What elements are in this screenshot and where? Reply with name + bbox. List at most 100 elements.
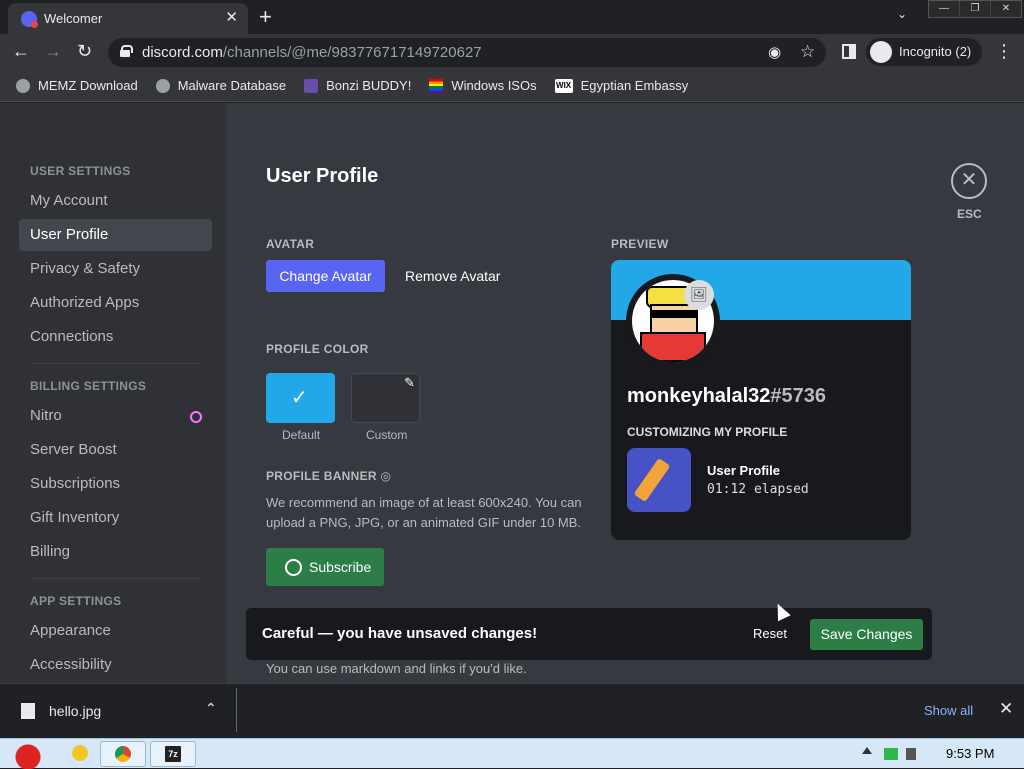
- taskbar-app-7zip[interactable]: 7z: [150, 741, 196, 767]
- banner-description: We recommend an image of at least 600x24…: [266, 495, 582, 530]
- discord-favicon-icon: [21, 11, 38, 28]
- nitro-icon: [190, 411, 202, 423]
- bookmark-item[interactable]: Malware Database: [155, 78, 287, 93]
- incognito-profile-button[interactable]: Incognito (2): [866, 38, 982, 66]
- profile-banner-header: PROFILE BANNER ◎: [266, 469, 392, 483]
- tab-search-chevron-icon[interactable]: ⌄: [897, 7, 907, 21]
- bookmark-label: Egyptian Embassy: [580, 78, 689, 93]
- minimize-icon[interactable]: —: [929, 1, 960, 17]
- sidebar-item-connections[interactable]: Connections: [19, 321, 212, 353]
- sidebar-item-gift-inventory[interactable]: Gift Inventory: [19, 502, 212, 534]
- subscribe-button[interactable]: Subscribe: [266, 548, 384, 586]
- tray-expand-icon[interactable]: [862, 747, 872, 754]
- avatar-header: AVATAR: [266, 237, 315, 251]
- eyedropper-icon: ✎: [404, 375, 415, 390]
- upload-image-icon[interactable]: 🖼: [684, 280, 714, 310]
- window-close-icon[interactable]: ✕: [991, 1, 1021, 17]
- restore-icon[interactable]: ❐: [960, 1, 991, 17]
- shelf-divider: [236, 688, 237, 732]
- unsaved-message: Careful — you have unsaved changes!: [262, 625, 538, 642]
- show-all-link[interactable]: Show all: [924, 703, 973, 718]
- user-settings-header: USER SETTINGS: [30, 164, 131, 178]
- file-icon: [21, 703, 35, 719]
- profile-preview-card: 🖼 monkeyhalal32#5736 CUSTOMIZING MY PROF…: [611, 260, 911, 540]
- 7zip-icon: 7z: [165, 746, 181, 762]
- bookmark-label: MEMZ Download: [38, 78, 138, 93]
- sidebar-item-accessibility[interactable]: Accessibility: [19, 649, 212, 681]
- browser-menu-icon[interactable]: ⋮: [995, 41, 1013, 62]
- bookmark-label: Bonzi BUDDY!: [326, 78, 412, 93]
- download-chevron-icon[interactable]: ⌃: [205, 700, 217, 717]
- volume-icon[interactable]: [906, 748, 916, 760]
- incognito-label: Incognito (2): [899, 44, 972, 59]
- settings-sidebar: USER SETTINGS My Account User Profile Pr…: [0, 103, 226, 683]
- globe-icon: [16, 78, 30, 93]
- bonzi-icon: [304, 78, 319, 93]
- page-title: User Profile: [266, 165, 379, 187]
- close-settings-icon[interactable]: ✕: [951, 163, 987, 199]
- download-file-name[interactable]: hello.jpg: [49, 703, 101, 719]
- taskbar-app-chrome[interactable]: [100, 741, 146, 767]
- forward-arrow-icon[interactable]: →: [44, 41, 62, 62]
- taskbar: 7z 9:53 PM: [0, 738, 1024, 769]
- rainbow-flag-icon: [429, 78, 444, 93]
- bookmark-item[interactable]: Bonzi BUDDY!: [304, 78, 411, 93]
- bookmark-label: Windows ISOs: [451, 78, 537, 93]
- sidebar-item-server-boost[interactable]: Server Boost: [19, 434, 212, 466]
- profile-color-header: PROFILE COLOR: [266, 342, 369, 356]
- sidebar-item-billing[interactable]: Billing: [19, 536, 212, 568]
- custom-color-swatch[interactable]: ✎: [351, 373, 420, 423]
- sidebar-item-authorized-apps[interactable]: Authorized Apps: [19, 287, 212, 319]
- default-color-swatch[interactable]: [266, 373, 335, 423]
- taskbar-app[interactable]: [58, 741, 104, 767]
- reload-icon[interactable]: ↻: [77, 41, 92, 62]
- chrome-icon: [115, 746, 131, 762]
- app-settings-header: APP SETTINGS: [30, 594, 122, 608]
- activity-title: User Profile: [707, 463, 780, 478]
- markdown-hint: You can use markdown and links if you'd …: [266, 661, 527, 676]
- browser-titlebar: Welcomer ✕ + ⌄ — ❐ ✕: [0, 0, 1024, 34]
- remove-avatar-button[interactable]: Remove Avatar: [405, 268, 500, 284]
- bookmark-label: Malware Database: [177, 78, 287, 93]
- folder-icon: [72, 745, 88, 761]
- bookmark-item[interactable]: MEMZ Download: [16, 78, 138, 93]
- sidebar-divider: [30, 363, 200, 364]
- reset-button[interactable]: Reset: [753, 626, 787, 641]
- bookmark-item[interactable]: Windows ISOs: [429, 78, 537, 93]
- sidebar-item-appearance[interactable]: Appearance: [19, 615, 212, 647]
- browser-toolbar: ← → ↻ discord.com/channels/@me/983776717…: [0, 34, 1024, 70]
- bookmarks-bar: MEMZ Download Malware Database Bonzi BUD…: [0, 70, 1024, 102]
- start-button-angry-bird-icon[interactable]: [4, 739, 52, 769]
- incognito-icon: [870, 41, 892, 63]
- sidebar-item-nitro[interactable]: Nitro: [19, 400, 212, 432]
- bookmark-star-icon[interactable]: ☆: [800, 42, 815, 62]
- browser-tab[interactable]: Welcomer ✕: [8, 3, 248, 34]
- clock[interactable]: 9:53 PM: [946, 746, 994, 761]
- subscribe-label: Subscribe: [309, 559, 372, 575]
- nitro-icon: [285, 559, 302, 576]
- download-shelf: hello.jpg ⌃ Show all ✕: [0, 683, 1024, 738]
- change-avatar-button[interactable]: Change Avatar: [266, 260, 385, 292]
- tab-close-icon[interactable]: ✕: [225, 8, 238, 26]
- bookmark-item[interactable]: WIX Egyptian Embassy: [554, 78, 689, 93]
- lock-icon[interactable]: [120, 45, 133, 57]
- sidebar-item-user-profile[interactable]: User Profile: [19, 219, 212, 251]
- billing-settings-header: BILLING SETTINGS: [30, 379, 147, 393]
- tracking-blocked-eye-icon[interactable]: ◉: [768, 43, 781, 61]
- back-arrow-icon[interactable]: ←: [12, 41, 30, 62]
- new-tab-button[interactable]: +: [259, 4, 272, 30]
- activity-elapsed: 01:12 elapsed: [707, 482, 809, 497]
- username: monkeyhalal32#5736: [627, 385, 827, 407]
- sidebar-item-my-account[interactable]: My Account: [19, 185, 212, 217]
- shelf-close-icon[interactable]: ✕: [999, 699, 1013, 719]
- sidebar-item-privacy-safety[interactable]: Privacy & Safety: [19, 253, 212, 285]
- battery-icon[interactable]: [884, 748, 898, 760]
- tab-title: Welcomer: [44, 11, 103, 26]
- address-bar[interactable]: discord.com/channels/@me/983776717149720…: [108, 38, 826, 67]
- side-panel-icon[interactable]: [842, 44, 856, 59]
- url-text[interactable]: discord.com/channels/@me/983776717149720…: [142, 44, 482, 61]
- save-changes-button[interactable]: Save Changes: [810, 619, 923, 650]
- globe-icon: [155, 78, 170, 93]
- sidebar-item-subscriptions[interactable]: Subscriptions: [19, 468, 212, 500]
- sidebar-divider: [30, 578, 200, 579]
